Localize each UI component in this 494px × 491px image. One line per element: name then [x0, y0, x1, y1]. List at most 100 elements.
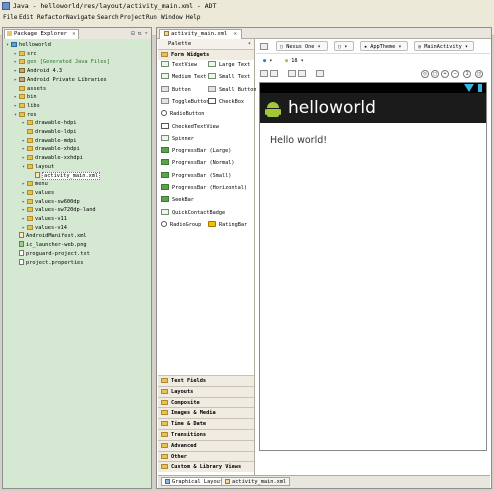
tree-item[interactable]: ic_launcher-web.png: [14, 241, 87, 249]
palette-category-form-widgets[interactable]: Form Widgets: [158, 49, 254, 60]
zoom-out-icon[interactable]: −: [451, 70, 459, 78]
zoom-screen-icon[interactable]: ◫: [475, 70, 483, 78]
palette-menu-icon[interactable]: ▾: [248, 39, 251, 49]
link-editor-icon[interactable]: ⇆: [138, 30, 142, 37]
menu-run[interactable]: Run: [146, 14, 157, 21]
activity-selector[interactable]: ◎ MainActivity ▾: [414, 41, 474, 51]
menu-window[interactable]: Window: [161, 14, 183, 21]
refresh-icon[interactable]: [316, 70, 324, 77]
layout-toggle-icon[interactable]: [260, 70, 268, 77]
palette-category[interactable]: Images & Media: [158, 407, 254, 419]
zoom-100-icon[interactable]: 1: [463, 70, 471, 78]
device-selector[interactable]: ▯ Nexus One ▾: [276, 41, 328, 51]
palette-widget[interactable]: RadioButton: [161, 109, 204, 119]
emulate-size-icon[interactable]: [288, 70, 296, 77]
tab-graphical-layout[interactable]: Graphical Layout: [161, 477, 228, 486]
palette-widget[interactable]: Medium Text: [161, 72, 206, 82]
widget-icon: [161, 147, 169, 154]
zoom-real-size-icon[interactable]: ◎: [421, 70, 429, 78]
tree-item[interactable]: ▸ values: [22, 189, 54, 197]
palette-widget-label: RadioGroup: [170, 221, 202, 228]
menu-search[interactable]: Search: [97, 14, 119, 21]
view-menu-icon[interactable]: ▿: [144, 30, 148, 37]
tree-item[interactable]: proguard-project.txt: [14, 249, 90, 258]
palette-widget[interactable]: RatingBar: [208, 220, 247, 230]
palette-widget[interactable]: RadioGroup: [161, 220, 201, 230]
tree-item[interactable]: drawable-ldpi: [22, 128, 76, 136]
device-status-bar: [260, 83, 486, 93]
menu-project[interactable]: Project: [120, 14, 145, 21]
zoom-in-icon[interactable]: +: [441, 70, 449, 78]
package-explorer-tab[interactable]: Package Explorer ✕: [4, 29, 79, 39]
tree-item[interactable]: ▸ Android Private Libraries: [14, 76, 107, 84]
tree-item[interactable]: ▸ values-v11: [22, 215, 67, 223]
tree-item[interactable]: project.properties: [14, 258, 83, 267]
close-icon[interactable]: ✕: [72, 31, 75, 37]
clip-icon[interactable]: [298, 70, 306, 77]
menu-help[interactable]: Help: [186, 14, 200, 21]
tree-item[interactable]: ▸ menu: [22, 180, 48, 188]
palette-widget[interactable]: QuickContactBadge: [161, 208, 225, 218]
editor-tab-activity-main[interactable]: activity_main.xml ✕: [159, 29, 242, 39]
widget-icon: [161, 110, 167, 117]
tree-item[interactable]: ▸ libs: [14, 102, 40, 110]
palette-category[interactable]: Transitions: [158, 429, 254, 440]
tree-item[interactable]: ▾ helloworld: [6, 41, 51, 49]
tree-item[interactable]: ▸ gen [Generated Java Files]: [14, 58, 110, 66]
tree-item[interactable]: ▸ drawable-xhdpi: [22, 145, 80, 153]
palette-category[interactable]: Text Fields: [158, 375, 254, 386]
palette-category-label: Other: [171, 453, 187, 460]
tree-item[interactable]: assets: [14, 85, 46, 93]
folder-icon: [27, 224, 33, 230]
palette-category[interactable]: Layouts: [158, 385, 254, 397]
device-preview[interactable]: helloworld Hello world!: [259, 82, 487, 451]
palette-category[interactable]: Advanced: [158, 439, 254, 451]
palette-category[interactable]: Custom & Library Views: [158, 461, 254, 473]
tree-item[interactable]: ▸ bin: [14, 93, 37, 101]
palette-widget[interactable]: Small Button: [208, 85, 256, 95]
tree-item[interactable]: ▸ drawable-xxhdpi: [22, 154, 83, 162]
tree-item[interactable]: ▸ values-v14: [22, 224, 67, 232]
palette-category[interactable]: Composite: [158, 396, 254, 408]
close-icon[interactable]: ✕: [234, 31, 237, 37]
menu-edit[interactable]: Edit: [19, 14, 33, 21]
menu-navigate[interactable]: Navigate: [66, 14, 95, 21]
layout-toggle-icon[interactable]: [270, 70, 278, 77]
hello-textview[interactable]: Hello world!: [270, 135, 327, 146]
palette-widget[interactable]: ProgressBar (Small): [161, 171, 231, 181]
zoom-fit-icon[interactable]: □: [431, 70, 439, 78]
palette-widget[interactable]: Small Text: [208, 72, 250, 82]
tree-item[interactable]: ▾ res: [14, 111, 37, 119]
palette-category[interactable]: Time & Date: [158, 418, 254, 430]
palette-widget[interactable]: ToggleButton: [161, 97, 209, 107]
api-level-selector[interactable]: ● 18 ▾: [282, 56, 310, 66]
collapse-all-icon[interactable]: ⊟: [131, 30, 135, 37]
palette-widget[interactable]: Large Text: [208, 60, 250, 70]
palette-widget[interactable]: Button: [161, 85, 191, 95]
palette-widget[interactable]: SeekBar: [161, 195, 194, 205]
tree-item[interactable]: ▸ drawable-hdpi: [22, 119, 76, 127]
palette-widget[interactable]: CheckedTextView: [161, 122, 219, 132]
tree-item[interactable]: AndroidManifest.xml: [14, 232, 87, 240]
orientation-selector[interactable]: ▯ ▾: [334, 41, 354, 51]
tree-item[interactable]: ▸ src: [14, 50, 37, 58]
palette-widget[interactable]: ProgressBar (Large): [161, 146, 231, 156]
palette-widget[interactable]: CheckBox: [208, 97, 244, 107]
tree-item[interactable]: activity_main.xml: [30, 171, 101, 180]
theme-selector[interactable]: ★ AppTheme ▾: [360, 41, 408, 51]
layout-config-icon[interactable]: [260, 43, 268, 50]
tree-item[interactable]: ▸ values-sw600dp: [22, 198, 80, 206]
palette-widget[interactable]: Spinner: [161, 134, 194, 144]
palette-widget[interactable]: ProgressBar (Normal): [161, 158, 234, 168]
palette-widget[interactable]: TextView: [161, 60, 197, 70]
tree-item[interactable]: ▸ values-sw720dp-land: [22, 206, 96, 214]
tree-item[interactable]: ▸ Android 4.3: [14, 67, 62, 75]
palette-category[interactable]: Other: [158, 450, 254, 462]
locale-selector[interactable]: ● ▾: [260, 56, 278, 66]
palette-widget[interactable]: ProgressBar (Horizontal): [161, 183, 247, 193]
tree-item[interactable]: ▾ layout: [22, 163, 54, 171]
menu-file[interactable]: File: [3, 14, 17, 21]
tab-xml-source[interactable]: activity_main.xml: [221, 477, 291, 486]
tree-item[interactable]: ▸ drawable-mdpi: [22, 137, 76, 145]
menu-refactor[interactable]: Refactor: [37, 14, 66, 21]
